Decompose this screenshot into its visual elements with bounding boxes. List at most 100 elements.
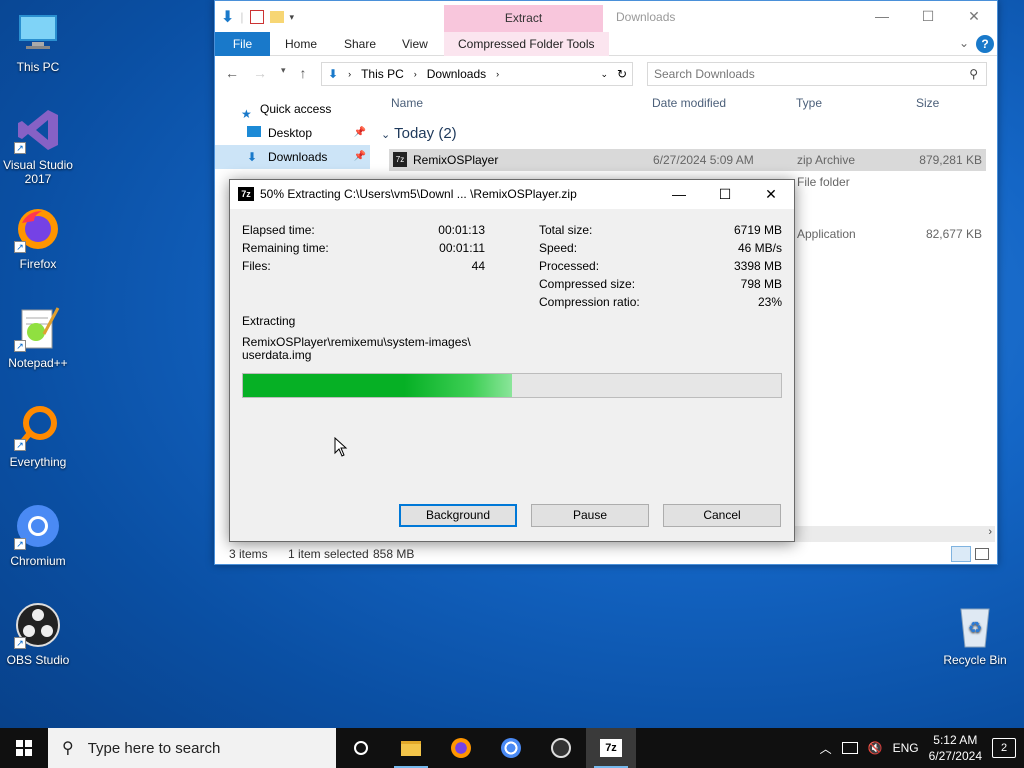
forward-arrow-icon[interactable]: →: [253, 65, 267, 81]
search-icon: ⚲: [62, 740, 74, 757]
desktop-icon-notepadpp[interactable]: ↗ Notepad++: [0, 304, 76, 370]
file-type: Application: [797, 227, 856, 241]
shortcut-arrow-icon: ↗: [14, 538, 26, 550]
taskbar-search-input[interactable]: ⚲ Type here to search: [48, 728, 336, 768]
monitor-icon: [14, 8, 62, 56]
desktop-icon-chromium[interactable]: ↗ Chromium: [0, 502, 76, 568]
tab-view[interactable]: View: [402, 32, 428, 56]
pin-icon[interactable]: 📌: [354, 145, 366, 169]
breadcrumb-downloads[interactable]: Downloads: [427, 67, 486, 81]
input-language[interactable]: ENG: [893, 741, 919, 755]
nav-item-quick-access[interactable]: ★ Quick access: [215, 97, 370, 121]
properties-icon[interactable]: [249, 10, 264, 24]
explorer-titlebar[interactable]: ⬇ | ▾ Extract Downloads — ☐ ✕: [215, 1, 997, 32]
search-input[interactable]: Search Downloads ⚲: [647, 62, 987, 86]
up-arrow-icon[interactable]: ↑: [300, 65, 307, 81]
scroll-right-icon[interactable]: ›: [988, 526, 992, 538]
column-name[interactable]: Name: [391, 96, 423, 110]
back-arrow-icon[interactable]: ←: [225, 65, 239, 81]
nav-item-downloads[interactable]: ⬇ Downloads 📌: [215, 145, 370, 169]
breadcrumb-separator-icon[interactable]: ›: [348, 69, 351, 79]
system-tray: ︿ 🔇 ENG 5:12 AM 6/27/2024 2: [820, 728, 1024, 768]
help-icon[interactable]: ?: [976, 35, 994, 53]
recent-chevron-icon[interactable]: ▾: [281, 65, 286, 81]
tab-home[interactable]: Home: [285, 32, 317, 56]
breadcrumb-separator-icon[interactable]: ›: [496, 69, 499, 79]
taskbar-firefox[interactable]: [436, 728, 486, 768]
desktop-icon-label: This PC: [16, 60, 60, 74]
address-bar[interactable]: ⬇ › This PC › Downloads › ⌄ ↻: [321, 62, 633, 86]
dialog-titlebar[interactable]: 7z 50% Extracting C:\Users\vm5\Downl ...…: [230, 180, 794, 209]
chevron-down-icon[interactable]: ▾: [290, 12, 295, 23]
taskbar: ⚲ Type here to search 7z ︿ 🔇 ENG 5:12 AM…: [0, 728, 1024, 768]
speed-value: 46 MB/s: [737, 241, 782, 255]
pin-icon[interactable]: 📌: [354, 121, 366, 145]
desktop-icon-everything[interactable]: ↗ Everything: [0, 403, 76, 469]
maximize-button[interactable]: ☐: [905, 1, 951, 32]
chevron-up-icon[interactable]: ︿: [820, 740, 832, 757]
minimize-button[interactable]: —: [859, 1, 905, 32]
desktop-icon-this-pc[interactable]: This PC: [0, 8, 76, 74]
horizontal-scrollbar[interactable]: ›: [795, 526, 995, 542]
task-view-button[interactable]: [336, 728, 386, 768]
action-center-button[interactable]: 2: [992, 738, 1016, 758]
nav-label: Desktop: [268, 126, 313, 140]
breadcrumb-separator-icon[interactable]: ›: [414, 69, 417, 79]
chromium-icon: [501, 738, 521, 758]
desktop-icon-firefox[interactable]: ↗ Firefox: [0, 205, 76, 271]
new-folder-icon[interactable]: [269, 11, 284, 23]
folder-icon: [401, 740, 421, 756]
column-type[interactable]: Type: [796, 96, 822, 110]
start-button[interactable]: [0, 728, 48, 768]
clock[interactable]: 5:12 AM 6/27/2024: [929, 732, 982, 764]
progress-bar-fill: [243, 374, 512, 397]
breadcrumb-this-pc[interactable]: This PC: [361, 67, 404, 81]
details-view-icon[interactable]: [951, 546, 971, 562]
taskbar-chromium[interactable]: [486, 728, 536, 768]
files-label: Files:: [242, 259, 271, 273]
file-row[interactable]: 7z RemixOSPlayer 6/27/2024 5:09 AM zip A…: [389, 149, 986, 171]
column-date-modified[interactable]: Date modified: [652, 96, 726, 110]
speed-label: Speed:: [539, 241, 578, 255]
compression-ratio-label: Compression ratio:: [539, 295, 640, 309]
desktop-icon-label: Everything: [9, 455, 67, 469]
address-dropdown-icon[interactable]: ⌄: [600, 69, 608, 80]
column-header: Name Date modified Type Size: [385, 93, 991, 115]
desktop-icon-recycle-bin[interactable]: ♻ Recycle Bin: [937, 601, 1013, 667]
column-size[interactable]: Size: [916, 96, 939, 110]
minimize-button[interactable]: —: [656, 180, 702, 209]
extraction-progress-dialog[interactable]: 7z 50% Extracting C:\Users\vm5\Downl ...…: [229, 179, 795, 542]
refresh-icon[interactable]: ↻: [617, 67, 627, 81]
tab-file[interactable]: File: [215, 32, 270, 56]
elapsed-time-label: Elapsed time:: [242, 223, 315, 237]
large-icons-view-icon[interactable]: [975, 548, 989, 560]
tab-share[interactable]: Share: [344, 32, 376, 56]
clock-time: 5:12 AM: [933, 733, 978, 747]
network-icon[interactable]: [841, 742, 858, 754]
status-selected: 1 item selected: [288, 547, 369, 561]
desktop-icon-visual-studio[interactable]: ↗ Visual Studio 2017: [0, 106, 76, 186]
zip-archive-icon: 7z: [393, 152, 407, 167]
windows-logo-icon: [16, 740, 32, 756]
volume-muted-icon[interactable]: 🔇: [868, 741, 883, 755]
pause-button[interactable]: Pause: [531, 504, 649, 527]
taskbar-file-explorer[interactable]: [386, 728, 436, 768]
compressed-size-value: 798 MB: [740, 277, 782, 291]
file-name: RemixOSPlayer: [413, 153, 499, 167]
desktop-icon-label: Notepad++: [8, 356, 68, 370]
close-button[interactable]: ✕: [748, 180, 794, 209]
group-header-today[interactable]: ⌄ Today (2): [381, 125, 457, 142]
taskbar-7zip[interactable]: 7z: [586, 728, 636, 768]
close-button[interactable]: ✕: [951, 1, 997, 32]
taskbar-obs[interactable]: [536, 728, 586, 768]
tab-compressed-folder-tools[interactable]: Compressed Folder Tools: [444, 32, 609, 56]
background-button[interactable]: Background: [399, 504, 517, 527]
processed-value: 3398 MB: [733, 259, 782, 273]
maximize-button[interactable]: ☐: [702, 180, 748, 209]
current-file-name: userdata.img: [242, 348, 312, 362]
desktop-icon-obs[interactable]: ↗ OBS Studio: [0, 601, 76, 667]
cancel-button[interactable]: Cancel: [663, 504, 781, 527]
ribbon-expand-icon[interactable]: ⌄: [959, 36, 969, 50]
shortcut-arrow-icon: ↗: [14, 241, 26, 253]
nav-item-desktop[interactable]: Desktop 📌: [215, 121, 370, 145]
